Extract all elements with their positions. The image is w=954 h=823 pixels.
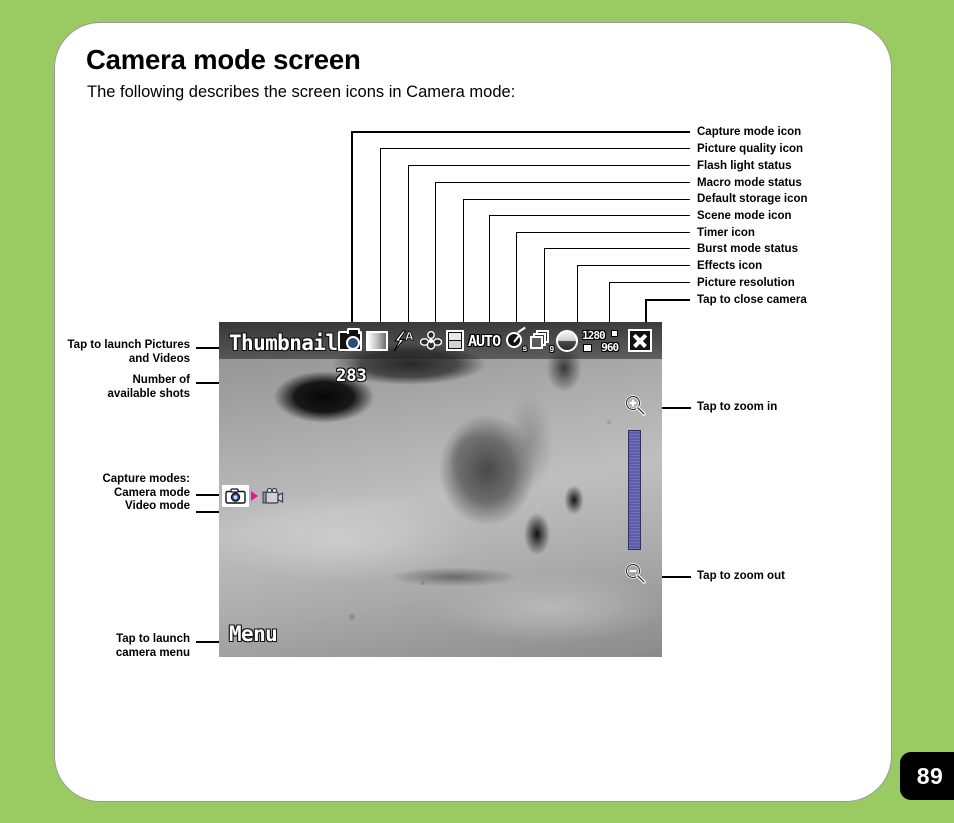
callout-camera-mode: Camera mode — [113, 486, 190, 499]
leader-line-2-v — [380, 148, 381, 327]
callout-scene-mode-icon: Scene mode icon — [697, 210, 792, 222]
leader-line-8-h — [544, 248, 690, 249]
leader-line-2-h — [380, 148, 690, 149]
callout-tap-to-close-camera: Tap to close camera — [697, 294, 807, 306]
leader-line-1-v — [351, 131, 353, 327]
callout-tap-to-zoom-out: Tap to zoom out — [697, 570, 785, 582]
close-camera-icon[interactable] — [628, 329, 653, 352]
leader-line-10-v — [609, 282, 610, 327]
callout-camera-menu: Tap to launch camera menu — [0, 633, 190, 660]
leader-line-zoom-out — [659, 576, 691, 578]
callout-capture-modes-title: Capture modes: — [102, 473, 190, 485]
leader-line-7-h — [516, 232, 690, 233]
page-root: 89 Camera mode screen The following desc… — [0, 0, 954, 823]
burst-count-label: 9 — [549, 344, 555, 354]
default-storage-icon[interactable] — [446, 329, 464, 353]
leader-line-1-h — [351, 131, 690, 133]
callout-effects-icon: Effects icon — [697, 260, 763, 272]
svg-text:A: A — [405, 330, 414, 343]
menu-button[interactable]: Menu — [229, 622, 278, 646]
zoom-in-button[interactable] — [623, 394, 647, 418]
callout-available-shots: Number of available shots — [0, 374, 190, 401]
osd-icon-row: A AUTO s 9 1280 960 — [338, 326, 653, 355]
leader-line-7-v — [516, 232, 517, 327]
callout-burst-mode-status: Burst mode status — [697, 243, 798, 255]
flash-light-status-icon[interactable]: A — [392, 330, 416, 352]
zoom-level-slider[interactable] — [628, 430, 641, 550]
callout-default-storage-icon: Default storage icon — [697, 193, 808, 205]
page-number-text: 89 — [916, 762, 944, 789]
scene-mode-icon[interactable]: AUTO — [468, 329, 501, 353]
callout-video-mode: Video mode — [125, 500, 190, 512]
page-subtitle: The following describes the screen icons… — [87, 83, 516, 101]
callout-tap-launch-pictures: Tap to launch Pictures and Videos — [0, 339, 190, 366]
callout-timer-icon: Timer icon — [697, 227, 755, 239]
callout-available-shots-line1: Number of — [132, 374, 191, 386]
camera-mode-chip[interactable] — [222, 485, 249, 507]
page-number-badge: 89 — [900, 752, 954, 800]
zoom-out-button[interactable] — [623, 562, 647, 586]
burst-mode-status-icon[interactable]: 9 — [530, 329, 555, 354]
capture-mode-switcher[interactable] — [222, 485, 286, 507]
callout-macro-mode-status: Macro mode status — [697, 177, 802, 189]
picture-resolution-icon[interactable]: 1280 960 — [582, 329, 619, 354]
mode-arrow-icon — [251, 491, 258, 501]
callout-flash-light-status: Flash light status — [697, 160, 792, 172]
leader-line-3-v — [408, 165, 409, 327]
thumbnails-button[interactable]: Thumbnails — [229, 331, 350, 355]
timer-icon[interactable]: s — [504, 326, 528, 353]
leader-line-camera-mode — [196, 494, 221, 496]
timer-suffix-label: s — [522, 343, 528, 353]
leader-line-9-v — [577, 265, 578, 327]
resolution-height-label: 960 — [601, 340, 619, 354]
leader-line-6-v — [489, 215, 490, 327]
capture-mode-icon[interactable] — [338, 327, 362, 353]
video-mode-chip[interactable] — [260, 485, 286, 507]
effects-icon[interactable] — [556, 329, 579, 353]
leader-line-6-h — [489, 215, 690, 216]
scene-mode-label: AUTO — [468, 331, 501, 350]
leader-line-4-h — [435, 182, 690, 183]
leader-line-10-h — [609, 282, 690, 283]
leader-line-zoom-in — [659, 407, 691, 409]
callout-camera-menu-line2: camera menu — [115, 646, 190, 659]
callout-capture-modes: Capture modes: Camera mode Video mode — [0, 473, 190, 514]
leader-line-8-v — [544, 248, 545, 327]
leader-line-5-h — [463, 199, 690, 200]
page-title: Camera mode screen — [86, 44, 361, 75]
leader-line-5-v — [463, 199, 464, 327]
camera-viewfinder-screen: Thumbnails 283 Menu A AUTO s 9 1280 960 — [219, 322, 662, 657]
macro-mode-status-icon[interactable] — [420, 330, 442, 351]
callout-available-shots-line2: available shots — [107, 387, 190, 400]
callout-capture-mode-icon: Capture mode icon — [697, 126, 802, 138]
callout-tap-to-zoom-in: Tap to zoom in — [697, 401, 778, 413]
callout-tap-launch-pictures-line1: Tap to launch Pictures — [67, 339, 190, 351]
callout-tap-launch-pictures-line2: and Videos — [128, 352, 190, 365]
callout-picture-resolution: Picture resolution — [697, 277, 795, 289]
leader-line-4-v — [435, 182, 436, 327]
leader-line-9-h — [577, 265, 690, 266]
leader-line-3-h — [408, 165, 690, 166]
picture-quality-icon[interactable] — [366, 329, 388, 353]
callout-picture-quality-icon: Picture quality icon — [697, 143, 804, 155]
callout-camera-menu-line1: Tap to launch — [116, 633, 190, 645]
available-shots-counter: 283 — [336, 366, 367, 386]
leader-line-11-h — [645, 299, 690, 301]
